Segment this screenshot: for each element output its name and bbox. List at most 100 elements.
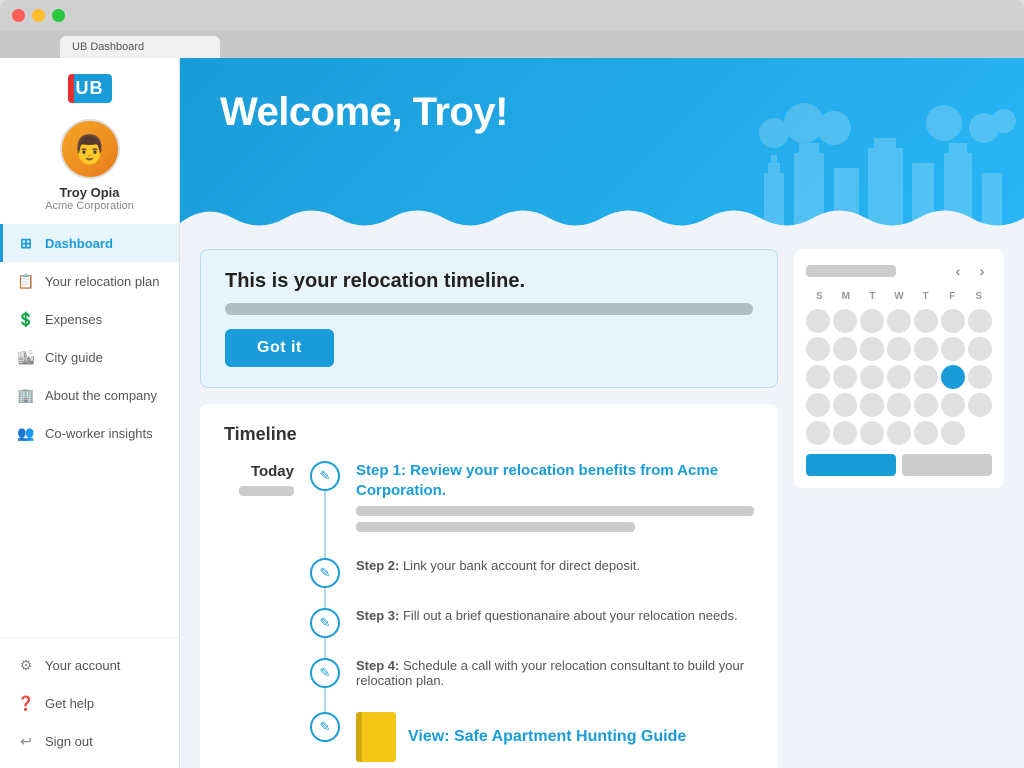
- timeline-line-2: [324, 588, 326, 608]
- sidebar-item-relocation-plan[interactable]: 📋 Your relocation plan: [0, 262, 179, 300]
- tab-bar: UB Dashboard: [0, 30, 1024, 58]
- timeline-step-3-text: Step 3: Fill out a brief questionanaire …: [356, 608, 754, 623]
- timeline-content-1: Step 1: Review your relocation benefits …: [356, 461, 754, 558]
- account-icon: ⚙: [17, 656, 35, 674]
- timeline-date-col-3: [224, 608, 294, 658]
- cal-day[interactable]: [806, 393, 830, 417]
- dashboard-icon: ⊞: [17, 234, 35, 252]
- cal-day[interactable]: [860, 421, 884, 445]
- cal-day[interactable]: [833, 421, 857, 445]
- timeline-list: Today ✎ Step 1: Review your relocation b…: [224, 461, 754, 768]
- sidebar-item-label: Expenses: [45, 312, 102, 327]
- timeline-text-bar-1a: [356, 506, 754, 516]
- cal-day[interactable]: [941, 337, 965, 361]
- timeline-date-col-book: [224, 712, 294, 768]
- cal-day[interactable]: [860, 309, 884, 333]
- cal-day[interactable]: [968, 393, 992, 417]
- cal-day[interactable]: [941, 393, 965, 417]
- calendar-prev-button[interactable]: ‹: [948, 261, 968, 281]
- cal-day[interactable]: [914, 365, 938, 389]
- user-name: Troy Opia: [60, 185, 120, 200]
- timeline-content-4: Step 4: Schedule a call with your reloca…: [356, 658, 754, 712]
- sidebar-item-expenses[interactable]: 💲 Expenses: [0, 300, 179, 338]
- cal-day[interactable]: [806, 309, 830, 333]
- cal-day[interactable]: [914, 337, 938, 361]
- calendar-days: [806, 308, 992, 446]
- sidebar: UB 👨 Troy Opia Acme Corporation ⊞ Dashbo…: [0, 58, 180, 768]
- cal-day[interactable]: [914, 421, 938, 445]
- cal-header-t2: T: [912, 289, 939, 304]
- sidebar-item-dashboard[interactable]: ⊞ Dashboard: [0, 224, 179, 262]
- cal-day[interactable]: [941, 421, 965, 445]
- cal-header-t1: T: [859, 289, 886, 304]
- sidebar-item-about-company[interactable]: 🏢 About the company: [0, 376, 179, 414]
- sidebar-item-label: Get help: [45, 696, 94, 711]
- got-it-button[interactable]: Got it: [225, 329, 334, 367]
- cal-day[interactable]: [887, 365, 911, 389]
- timeline-line-3: [324, 638, 326, 658]
- cal-day[interactable]: [833, 365, 857, 389]
- cal-day[interactable]: [833, 309, 857, 333]
- sidebar-item-get-help[interactable]: ❓ Get help: [0, 684, 179, 722]
- cloud-wave-svg: [180, 203, 1024, 233]
- sidebar-item-coworker-insights[interactable]: 👥 Co-worker insights: [0, 414, 179, 452]
- calendar-footer-btn-primary[interactable]: [806, 454, 896, 476]
- cal-day[interactable]: [806, 421, 830, 445]
- cal-day[interactable]: [887, 309, 911, 333]
- timeline-text-bar-1b: [356, 522, 635, 532]
- timeline-date-col-2: [224, 558, 294, 608]
- timeline-line-1: [324, 491, 326, 558]
- cal-day[interactable]: [860, 365, 884, 389]
- sidebar-item-sign-out[interactable]: ↩ Sign out: [0, 722, 179, 760]
- cal-day[interactable]: [968, 365, 992, 389]
- cal-day[interactable]: [941, 309, 965, 333]
- calendar-widget: ‹ › S M T W T F S: [794, 249, 1004, 488]
- calendar-month-bar: [806, 265, 896, 277]
- cal-day[interactable]: [968, 337, 992, 361]
- cal-day[interactable]: [833, 337, 857, 361]
- browser-tab[interactable]: UB Dashboard: [60, 36, 220, 58]
- dot-yellow[interactable]: [32, 9, 45, 22]
- cal-day[interactable]: [887, 393, 911, 417]
- relocation-plan-icon: 📋: [17, 272, 35, 290]
- cal-day[interactable]: [914, 393, 938, 417]
- book-step-title[interactable]: View: Safe Apartment Hunting Guide: [408, 728, 686, 746]
- cal-day[interactable]: [806, 365, 830, 389]
- cal-day[interactable]: [887, 421, 911, 445]
- cal-day[interactable]: [860, 393, 884, 417]
- calendar-next-button[interactable]: ›: [972, 261, 992, 281]
- cal-day[interactable]: [860, 337, 884, 361]
- calendar-footer-btn-secondary[interactable]: [902, 454, 992, 476]
- cal-day-empty: [968, 421, 992, 445]
- avatar: 👨: [60, 119, 120, 179]
- timeline-step-4-text: Step 4: Schedule a call with your reloca…: [356, 658, 754, 688]
- cal-day[interactable]: [968, 309, 992, 333]
- sidebar-item-label: Dashboard: [45, 236, 113, 251]
- timeline-connector-book: ✎: [310, 712, 340, 768]
- timeline-section: Timeline Today ✎: [200, 404, 778, 768]
- cal-day[interactable]: [806, 337, 830, 361]
- dot-green[interactable]: [52, 9, 65, 22]
- info-box-title: This is your relocation timeline.: [225, 270, 753, 293]
- sidebar-item-label: Co-worker insights: [45, 426, 153, 441]
- help-icon: ❓: [17, 694, 35, 712]
- right-column: ‹ › S M T W T F S: [794, 249, 1004, 768]
- sidebar-nav: ⊞ Dashboard 📋 Your relocation plan 💲 Exp…: [0, 224, 179, 637]
- sidebar-item-city-guide[interactable]: 🏙 City guide: [0, 338, 179, 376]
- timeline-date-col-4: [224, 658, 294, 712]
- timeline-icon-4: ✎: [310, 658, 340, 688]
- sidebar-item-label: Your relocation plan: [45, 274, 159, 289]
- timeline-entry-3: ✎ Step 3: Fill out a brief questionanair…: [224, 608, 754, 658]
- dot-red[interactable]: [12, 9, 25, 22]
- calendar-footer: [806, 454, 992, 476]
- user-profile: 👨 Troy Opia Acme Corporation: [0, 111, 179, 224]
- sidebar-item-label: City guide: [45, 350, 103, 365]
- tab-label: UB Dashboard: [72, 41, 144, 53]
- cal-day[interactable]: [914, 309, 938, 333]
- timeline-step-1-title: Step 1: Review your relocation benefits …: [356, 461, 754, 500]
- cal-day-today[interactable]: [941, 365, 965, 389]
- cal-day[interactable]: [887, 337, 911, 361]
- avatar-emoji: 👨: [72, 133, 107, 166]
- cal-day[interactable]: [833, 393, 857, 417]
- sidebar-item-your-account[interactable]: ⚙ Your account: [0, 646, 179, 684]
